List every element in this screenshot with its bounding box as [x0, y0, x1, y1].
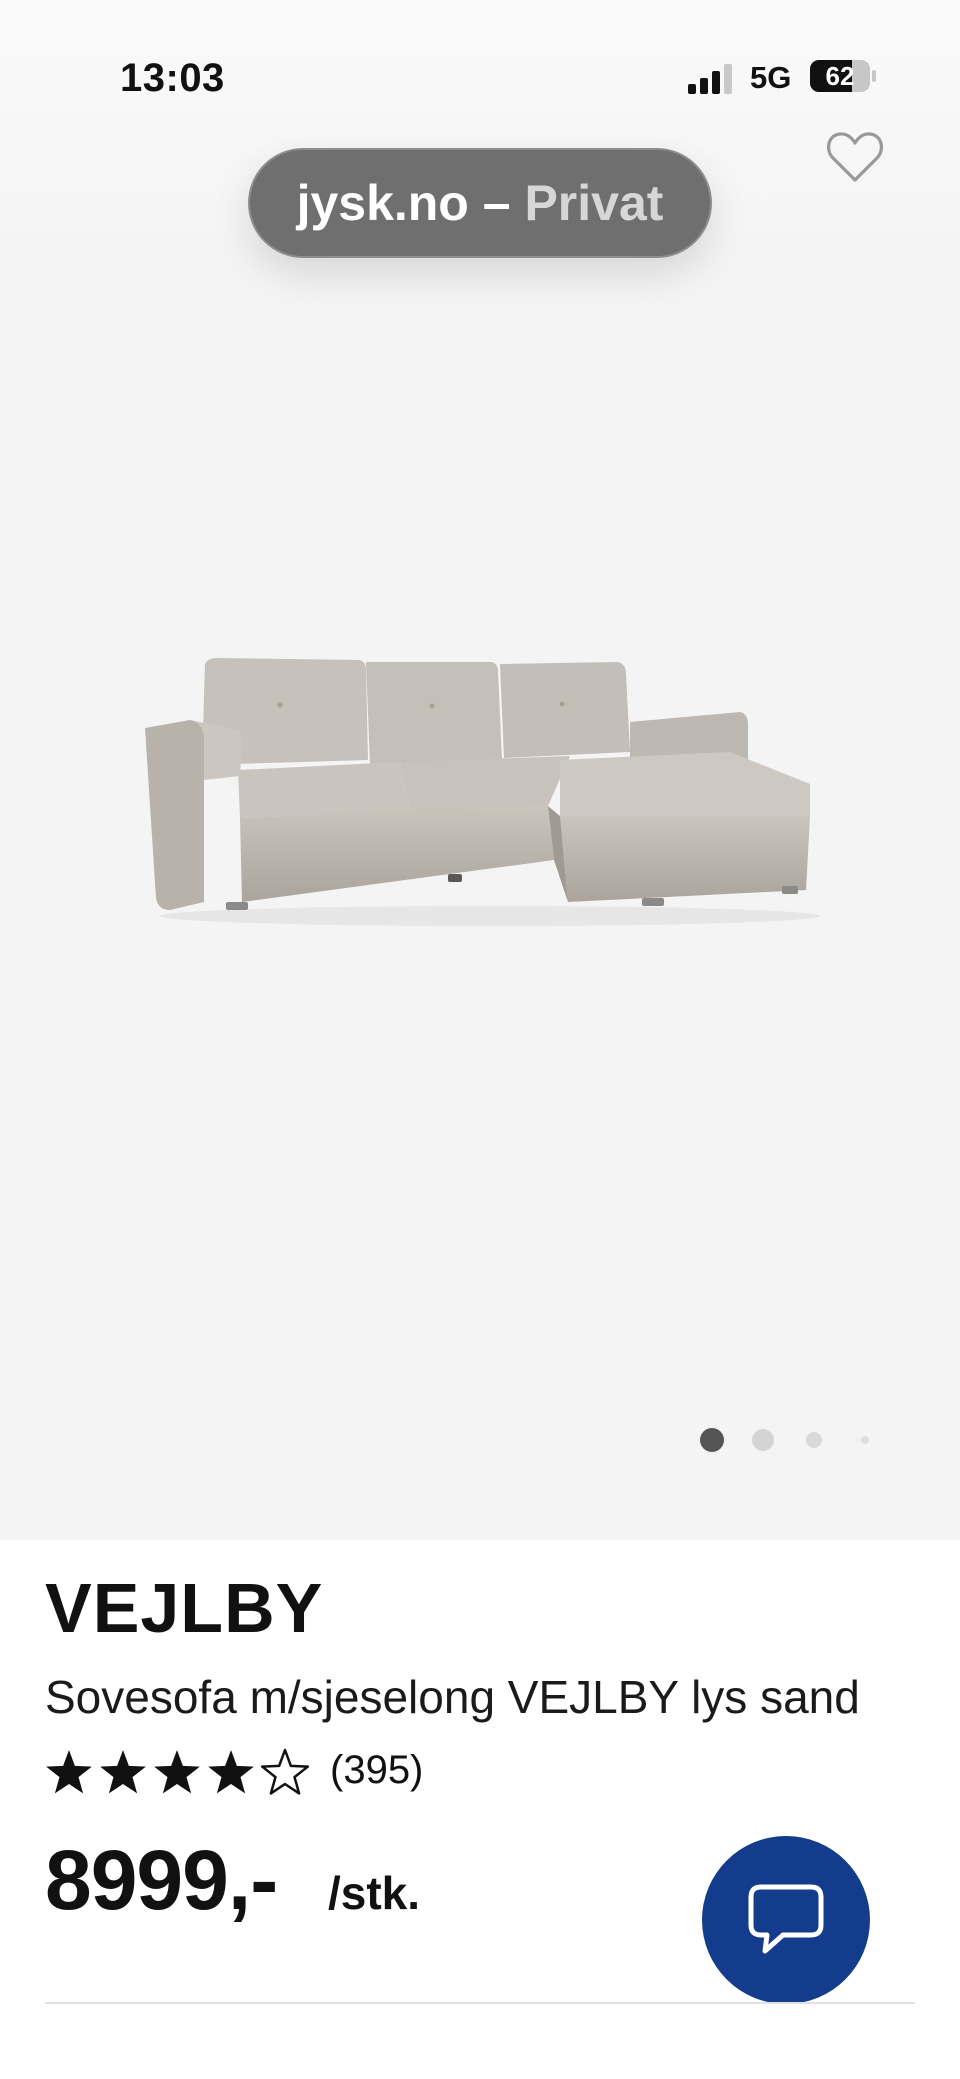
star-filled-icon [100, 1750, 146, 1794]
battery-level: 62 [825, 61, 855, 91]
heart-icon[interactable] [826, 130, 884, 184]
product-brand: VEJLBY [45, 1569, 324, 1647]
rating-stars [46, 1748, 310, 1795]
divider [45, 2002, 915, 2004]
pagination-dot[interactable] [752, 1429, 774, 1451]
star-filled-icon [208, 1750, 254, 1794]
pagination-dot-active[interactable] [700, 1428, 724, 1452]
star-filled-icon [154, 1750, 200, 1794]
chat-button[interactable] [702, 1836, 870, 2004]
star-filled-icon [46, 1750, 92, 1794]
url-separator: – [468, 175, 525, 231]
status-bar: 13:03 5G 62 [0, 0, 960, 160]
review-count[interactable]: (395) [330, 1748, 423, 1793]
status-time: 13:03 [120, 56, 225, 100]
product-name[interactable]: Sovesofa m/sjeselong VEJLBY lys sand [45, 1670, 860, 1724]
image-pagination[interactable] [700, 1425, 880, 1455]
sofa-image [145, 658, 820, 926]
star-empty-icon [260, 1748, 310, 1795]
chat-bubble-icon [748, 1884, 824, 1954]
product-price: 8999,- [45, 1833, 278, 1927]
pagination-dot[interactable] [806, 1432, 822, 1448]
url-domain: jysk.no [296, 175, 469, 231]
browsing-mode: Privat [524, 175, 664, 231]
product-rating[interactable]: (395) [45, 1744, 485, 1804]
battery-icon: 62 [810, 60, 876, 92]
network-type: 5G [750, 60, 792, 95]
url-bar[interactable]: jysk.no – Privat [248, 148, 712, 258]
signal-icon [688, 64, 732, 94]
pagination-dot[interactable] [861, 1436, 869, 1444]
price-unit: /stk. [328, 1867, 421, 1919]
